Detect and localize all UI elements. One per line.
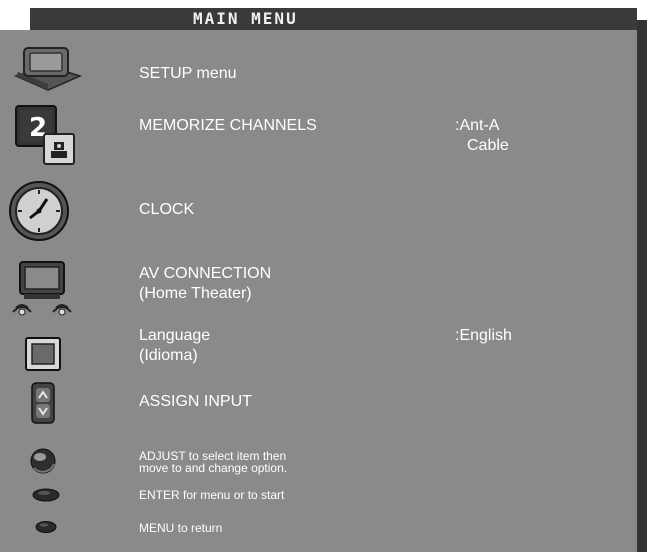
- hint-adjust-line2: move to and change option.: [139, 461, 288, 475]
- menu-item-sublabel: (Home Theater): [139, 285, 252, 302]
- channel-memory-icon: 2: [14, 104, 78, 166]
- adjust-knob-icon: [28, 446, 58, 476]
- hint-menu: MENU to return: [0, 518, 637, 540]
- menu-item-assign-input[interactable]: ASSIGN INPUT: [0, 382, 637, 428]
- av-speakers-icon: [8, 258, 80, 320]
- menu-item-label: ASSIGN INPUT: [139, 393, 252, 410]
- menu-item-label: Language: [139, 327, 211, 344]
- hint-enter: ENTER for menu or to start: [0, 486, 637, 508]
- enter-button-icon: [32, 488, 60, 502]
- menu-item-sublabel: (Idioma): [139, 347, 198, 364]
- language-square-icon: [24, 336, 64, 372]
- menu-button-icon: [35, 520, 57, 534]
- hint-adjust: ADJUST to select item then move to and c…: [0, 444, 637, 478]
- clock-icon: [8, 180, 70, 242]
- title-bar: MAIN MENU: [30, 8, 637, 30]
- menu-item-label: SETUP menu: [139, 65, 237, 82]
- menu-item-memorize-channels[interactable]: 2 MEMORIZE CHANNELS :Ant-A Cable: [0, 98, 637, 168]
- language-value: :English: [455, 327, 512, 344]
- menu-item-setup[interactable]: SETUP menu: [0, 44, 637, 94]
- panel-shadow: [637, 20, 647, 552]
- menu-item-label: CLOCK: [139, 201, 195, 218]
- cable-value: Cable: [467, 137, 509, 154]
- antenna-value: :Ant-A: [455, 117, 500, 134]
- setup-monitor-icon: [12, 44, 84, 92]
- main-menu-panel: SETUP menu 2 MEMORIZE CHANNELS :Ant-A Ca…: [0, 30, 637, 552]
- menu-item-clock[interactable]: CLOCK: [0, 180, 637, 244]
- menu-title: MAIN MENU: [193, 9, 298, 28]
- up-down-icon: [31, 382, 55, 424]
- hint-enter-text: ENTER for menu or to start: [139, 488, 285, 502]
- menu-item-language[interactable]: Language (Idioma) :English: [0, 326, 637, 372]
- hint-menu-text: MENU to return: [139, 521, 223, 535]
- menu-item-label: MEMORIZE CHANNELS: [139, 117, 317, 134]
- menu-item-av-connection[interactable]: AV CONNECTION (Home Theater): [0, 254, 637, 320]
- menu-item-label: AV CONNECTION: [139, 265, 272, 282]
